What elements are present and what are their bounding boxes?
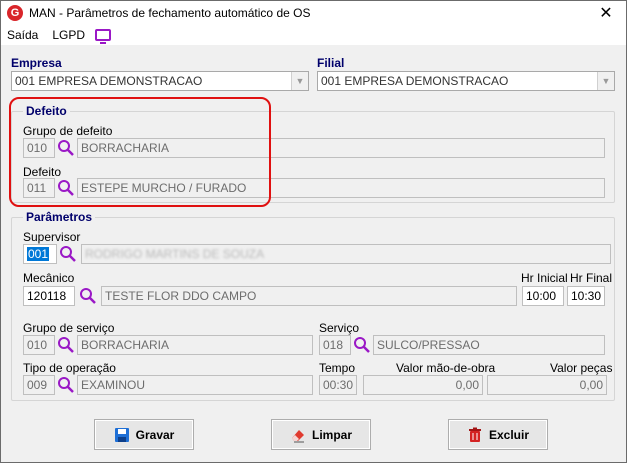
hr-inicial-label: Hr Inicial (521, 271, 568, 285)
search-icon[interactable] (353, 336, 371, 354)
main-window: G MAN - Parâmetros de fechamento automát… (0, 0, 627, 463)
save-icon (114, 427, 130, 443)
excluir-label: Excluir (488, 427, 530, 442)
supervisor-code: 001 (27, 247, 50, 261)
grupo-servico-code-field[interactable]: 010 (23, 335, 55, 355)
filial-label: Filial (317, 56, 345, 70)
servico-desc: SULCO/PRESSAO (377, 338, 480, 352)
valor-pecas-value: 0,00 (579, 378, 603, 392)
grupo-servico-code: 010 (27, 338, 48, 352)
limpar-label: Limpar (311, 427, 352, 442)
filial-select[interactable]: 001 EMPRESA DEMONSTRACAO ▼ (317, 71, 615, 91)
supervisor-code-field[interactable]: 001 (23, 244, 57, 264)
mecanico-code-field[interactable]: 120118 (23, 286, 75, 306)
hr-inicial-field[interactable]: 10:00 (522, 286, 564, 306)
search-icon[interactable] (57, 376, 75, 394)
valor-mao-obra-label: Valor mão-de-obra (396, 361, 496, 375)
empresa-value: 001 EMPRESA DEMONSTRACAO (15, 74, 203, 88)
menu-item-lgpd[interactable]: LGPD (52, 28, 85, 42)
title-bar: G MAN - Parâmetros de fechamento automát… (1, 1, 626, 25)
chevron-down-icon[interactable]: ▼ (597, 72, 614, 90)
tipo-operacao-code: 009 (27, 378, 48, 392)
monitor-icon[interactable] (95, 29, 112, 44)
menu-bar: Saída LGPD (1, 25, 626, 45)
hr-final-field[interactable]: 10:30 (567, 286, 605, 306)
tipo-operacao-label: Tipo de operação (23, 361, 116, 375)
window-title: MAN - Parâmetros de fechamento automátic… (29, 6, 311, 20)
servico-code: 018 (323, 338, 344, 352)
hr-final-value: 10:30 (571, 289, 602, 303)
grupo-servico-desc: BORRACHARIA (81, 338, 170, 352)
tempo-value: 00:30 (323, 378, 354, 392)
grupo-servico-label: Grupo de serviço (23, 321, 115, 335)
parametros-group-title: Parâmetros (23, 210, 96, 224)
servico-label: Serviço (319, 321, 360, 335)
supervisor-name: RODRIGO MARTINS DE SOUZA (85, 247, 265, 261)
grupo-servico-desc-field: BORRACHARIA (77, 335, 313, 355)
eraser-icon (290, 427, 306, 443)
empresa-label: Empresa (11, 56, 62, 70)
tipo-operacao-desc: EXAMINOU (81, 378, 146, 392)
search-icon[interactable] (59, 245, 77, 263)
valor-pecas-field[interactable]: 0,00 (487, 375, 607, 395)
tipo-operacao-desc-field: EXAMINOU (77, 375, 313, 395)
mecanico-name-field: TESTE FLOR DDO CAMPO (101, 286, 517, 306)
gravar-label: Gravar (135, 427, 175, 442)
gravar-button[interactable]: Gravar (94, 419, 194, 450)
close-button[interactable]: ✕ (586, 1, 626, 25)
valor-mao-obra-value: 0,00 (455, 378, 479, 392)
filial-value: 001 EMPRESA DEMONSTRACAO (321, 74, 509, 88)
tempo-field[interactable]: 00:30 (319, 375, 357, 395)
chevron-down-icon[interactable]: ▼ (291, 72, 308, 90)
hr-final-label: Hr Final (570, 271, 613, 285)
empresa-select[interactable]: 001 EMPRESA DEMONSTRACAO ▼ (11, 71, 309, 91)
tipo-operacao-code-field[interactable]: 009 (23, 375, 55, 395)
valor-pecas-label: Valor peças (550, 361, 613, 375)
mecanico-label: Mecânico (23, 271, 75, 285)
highlight-annotation (9, 97, 271, 207)
menu-item-saida[interactable]: Saída (7, 28, 38, 42)
servico-code-field[interactable]: 018 (319, 335, 351, 355)
app-logo-icon: G (7, 5, 23, 21)
tempo-label: Tempo (319, 361, 356, 375)
mecanico-name: TESTE FLOR DDO CAMPO (105, 289, 257, 303)
servico-desc-field: SULCO/PRESSAO (373, 335, 605, 355)
hr-inicial-value: 10:00 (526, 289, 557, 303)
supervisor-name-field: RODRIGO MARTINS DE SOUZA (81, 244, 611, 264)
mecanico-code: 120118 (27, 289, 67, 303)
search-icon[interactable] (57, 336, 75, 354)
valor-mao-obra-field[interactable]: 0,00 (363, 375, 483, 395)
limpar-button[interactable]: Limpar (271, 419, 371, 450)
trash-icon (467, 427, 483, 443)
excluir-button[interactable]: Excluir (448, 419, 548, 450)
supervisor-label: Supervisor (23, 230, 81, 244)
search-icon[interactable] (79, 287, 97, 305)
